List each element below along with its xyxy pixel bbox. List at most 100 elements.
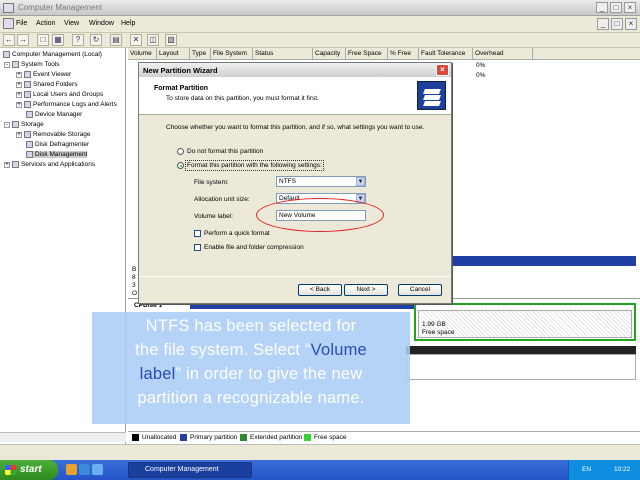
tree-item-disk-defragmenter[interactable]: Disk Defragmenter xyxy=(26,141,89,148)
forward-icon[interactable]: → xyxy=(17,34,29,46)
show-tree-icon[interactable]: ▤ xyxy=(110,34,122,46)
callout-line-4: partition a recognizable name. xyxy=(137,389,365,407)
tree-item-label: Local Users and Groups xyxy=(33,91,104,98)
quick-launch-icon[interactable] xyxy=(66,464,77,475)
collapse-icon[interactable]: - xyxy=(4,121,10,128)
column-volume[interactable]: Volume xyxy=(128,48,157,60)
expand-icon[interactable]: + xyxy=(16,91,22,98)
back-icon[interactable]: ← xyxy=(3,34,15,46)
callout-highlight: Volume xyxy=(310,341,367,359)
computer-icon xyxy=(3,51,10,58)
quick-launch-icon[interactable] xyxy=(92,464,103,475)
close-button[interactable]: × xyxy=(624,2,636,13)
folder-icon[interactable]: ◫ xyxy=(147,34,159,46)
language-indicator[interactable]: EN xyxy=(582,466,591,473)
tree-horizontal-scrollbar[interactable] xyxy=(0,432,126,442)
tree-item-storage[interactable]: - Storage xyxy=(4,121,44,128)
taskbar-item-computer-management[interactable]: Computer Management xyxy=(128,462,252,478)
tree-item-label: Computer Management (Local) xyxy=(12,51,102,58)
up-icon[interactable]: □ xyxy=(37,34,49,46)
tree-item-local-users[interactable]: + Local Users and Groups xyxy=(16,91,103,98)
maximize-button[interactable]: □ xyxy=(610,2,622,13)
tools-icon xyxy=(12,61,19,68)
column-file-system[interactable]: File System xyxy=(211,48,253,60)
disk-icon[interactable]: ▧ xyxy=(165,34,177,46)
legend-label: Extended partition xyxy=(250,434,303,441)
menu-window[interactable]: Window xyxy=(89,20,114,27)
column-percent-free[interactable]: % Free xyxy=(388,48,419,60)
dialog-title: New Partition Wizard xyxy=(143,66,218,75)
radio-no-format-label[interactable]: Do not format this partition xyxy=(187,148,263,155)
tree-item-computer-management[interactable]: Computer Management (Local) xyxy=(3,51,102,58)
properties-icon[interactable]: ▦ xyxy=(52,34,64,46)
cancel-button[interactable]: Cancel xyxy=(398,284,442,296)
disk-stack-icon xyxy=(423,95,441,100)
legend-unallocated: Unallocated xyxy=(132,434,176,441)
tree-item-event-viewer[interactable]: + Event Viewer xyxy=(16,71,71,78)
menu-help[interactable]: Help xyxy=(121,20,135,27)
disk0-primary-partition-bar[interactable] xyxy=(452,256,636,266)
column-fault-tolerance[interactable]: Fault Tolerance xyxy=(419,48,473,60)
expand-icon[interactable]: + xyxy=(16,131,22,138)
tree-item-label: Services and Applications xyxy=(21,161,96,168)
delete-icon[interactable]: ✕ xyxy=(130,34,142,46)
column-capacity[interactable]: Capacity xyxy=(313,48,346,60)
tree-item-performance-logs[interactable]: + Performance Logs and Alerts xyxy=(16,101,117,108)
tree-item-system-tools[interactable]: - System Tools xyxy=(4,61,60,68)
tree-item-label: Performance Logs and Alerts xyxy=(33,101,117,108)
tree-item-label: System Tools xyxy=(21,61,60,68)
minimize-button[interactable]: _ xyxy=(596,2,608,13)
doc-close-button[interactable]: × xyxy=(625,18,637,30)
chevron-down-icon[interactable]: ▼ xyxy=(356,177,365,186)
compression-label[interactable]: Enable file and folder compression xyxy=(204,244,304,251)
tree-item-disk-management[interactable]: Disk Management xyxy=(26,151,88,158)
quick-format-label[interactable]: Perform a quick format xyxy=(204,230,270,237)
callout-line-2: the file system. Select “Volume xyxy=(96,338,406,362)
disk0-label-text: 3 xyxy=(132,282,136,289)
collapse-icon[interactable]: - xyxy=(4,61,10,68)
column-overhead[interactable]: Overhead xyxy=(473,48,533,60)
legend-label: Unallocated xyxy=(142,434,177,441)
expand-icon[interactable]: + xyxy=(16,101,22,108)
tree-item-shared-folders[interactable]: + Shared Folders xyxy=(16,81,77,88)
dialog-subheading: To store data on this partition, you mus… xyxy=(166,95,319,102)
tree-item-removable-storage[interactable]: + Removable Storage xyxy=(16,131,90,138)
menu-file[interactable]: File xyxy=(16,20,27,27)
doc-restore-button[interactable]: □ xyxy=(611,18,623,30)
help-icon[interactable]: ? xyxy=(72,34,84,46)
expand-icon[interactable]: + xyxy=(16,71,22,78)
menu-view[interactable]: View xyxy=(64,20,79,27)
radio-no-format[interactable] xyxy=(177,148,184,155)
expand-icon[interactable]: + xyxy=(4,161,10,168)
back-button[interactable]: < Back xyxy=(298,284,342,296)
volume-label-highlight-ellipse xyxy=(256,198,384,232)
expand-icon[interactable]: + xyxy=(16,81,22,88)
callout-line-3: label” in order to give the new xyxy=(96,362,406,386)
column-free-space[interactable]: Free Space xyxy=(346,48,388,60)
next-button[interactable]: Next > xyxy=(344,284,388,296)
device-manager-icon xyxy=(26,111,33,118)
dialog-close-button[interactable]: × xyxy=(436,64,449,76)
quick-format-checkbox[interactable] xyxy=(194,230,201,237)
doc-minimize-button[interactable]: _ xyxy=(597,18,609,30)
compression-checkbox[interactable] xyxy=(194,244,201,251)
tree-item-services-applications[interactable]: + Services and Applications xyxy=(4,161,95,168)
disk0-label-text: O xyxy=(132,290,138,297)
file-system-select[interactable]: NTFS xyxy=(276,176,366,187)
tree-item-device-manager[interactable]: Device Manager xyxy=(26,111,82,118)
tree-item-label: Event Viewer xyxy=(33,71,72,78)
disk-stack-icon xyxy=(423,89,441,94)
cdrom-region[interactable] xyxy=(406,354,636,380)
menu-action[interactable]: Action xyxy=(36,20,55,27)
column-layout[interactable]: Layout xyxy=(157,48,190,60)
refresh-icon[interactable]: ↻ xyxy=(90,34,102,46)
clock[interactable]: 10:22 xyxy=(614,466,630,473)
mmc-icon[interactable] xyxy=(3,18,14,29)
legend-swatch xyxy=(304,434,311,441)
column-type[interactable]: Type xyxy=(190,48,211,60)
removable-storage-icon xyxy=(24,131,31,138)
column-status[interactable]: Status xyxy=(253,48,313,60)
radio-format-label[interactable]: Format this partition with the following… xyxy=(185,160,324,171)
quick-launch-icon[interactable] xyxy=(79,464,90,475)
radio-format[interactable] xyxy=(177,162,184,169)
